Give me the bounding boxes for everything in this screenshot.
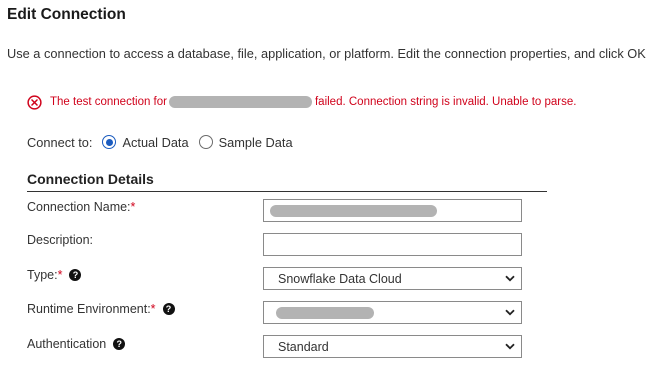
type-label: Type: * ?: [27, 266, 82, 284]
authentication-select-value: Standard: [278, 339, 329, 354]
connect-to-group: Connect to: Actual Data Sample Data: [27, 133, 293, 151]
question-icon[interactable]: ?: [113, 338, 126, 350]
connection-name-input[interactable]: [263, 199, 522, 222]
page-intro: Use a connection to access a database, f…: [7, 46, 646, 61]
type-select-value: Snowflake Data Cloud: [278, 271, 402, 286]
sample-data-radio[interactable]: [198, 135, 213, 149]
description-input[interactable]: [263, 233, 522, 256]
authentication-select[interactable]: Standard: [263, 335, 522, 358]
runtime-environment-select[interactable]: [263, 301, 522, 324]
sample-data-label[interactable]: Sample Data: [219, 135, 293, 150]
required-mark: *: [130, 200, 136, 214]
description-label: Description:: [27, 233, 93, 247]
authentication-label: Authentication ?: [27, 335, 126, 353]
question-icon[interactable]: ?: [162, 303, 175, 315]
error-prefix: The test connection for: [50, 96, 167, 108]
section-divider: [27, 191, 547, 192]
connection-name-label: Connection Name: *: [27, 200, 136, 214]
section-title: Connection Details: [27, 171, 154, 187]
actual-data-label[interactable]: Actual Data: [122, 135, 188, 150]
error-circle-x-icon: [27, 94, 42, 110]
page-title: Edit Connection: [7, 6, 126, 23]
redacted-connection-name-value: [270, 205, 437, 217]
error-message: The test connection for failed. Connecti…: [27, 93, 576, 111]
type-select[interactable]: Snowflake Data Cloud: [263, 267, 522, 290]
runtime-environment-label: Runtime Environment: * ?: [27, 300, 175, 318]
error-suffix: failed. Connection string is invalid. Un…: [314, 96, 577, 108]
chevron-down-icon: [505, 343, 515, 350]
chevron-down-icon: [505, 275, 515, 282]
connect-to-label: Connect to:: [27, 134, 93, 150]
redacted-connection-name: [168, 96, 312, 108]
question-icon[interactable]: ?: [69, 269, 82, 281]
chevron-down-icon: [505, 309, 515, 316]
redacted-runtime-value: [276, 307, 374, 319]
actual-data-radio[interactable]: [102, 135, 117, 149]
